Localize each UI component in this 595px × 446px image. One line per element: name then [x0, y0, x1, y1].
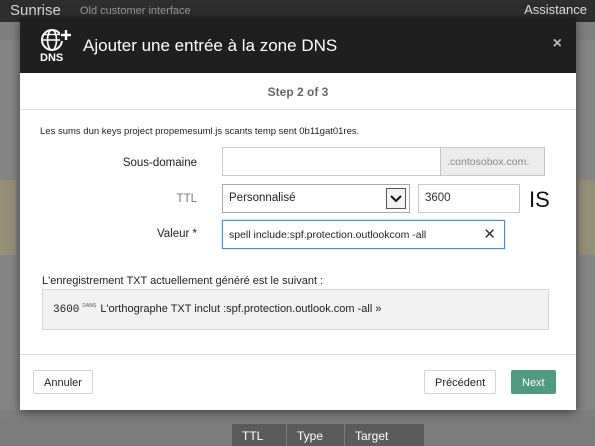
generated-record-label: L'enregistrement TXT actuellement généré…	[42, 275, 324, 287]
add-dns-entry-dialog: DNS Ajouter une entrée à la zone DNS × S…	[20, 17, 576, 410]
table-header-ttl: TTL	[232, 424, 286, 446]
ttl-label: TTL	[176, 193, 197, 205]
next-button[interactable]: Next	[511, 370, 556, 394]
chevron-down-icon	[386, 188, 406, 209]
svg-text:DNS: DNS	[40, 52, 63, 63]
domain-suffix: .contosobox.com.	[441, 147, 545, 176]
assistance-link[interactable]: Assistance	[524, 2, 587, 17]
dialog-footer: Annuler Précédent Next	[20, 354, 576, 410]
subdomain-label: Sous-domaine	[122, 157, 197, 169]
ttl-select[interactable]: Personnalisé	[222, 184, 410, 213]
close-icon[interactable]: ×	[553, 35, 562, 53]
step-indicator: Step 2 of 3	[267, 85, 329, 99]
dialog-body: Step 2 of 3 Les sums dun keys project pr…	[20, 73, 576, 354]
dialog-title: Ajouter une entrée à la zone DNS	[83, 36, 338, 55]
background-warning-strip	[0, 180, 16, 255]
old-interface-link[interactable]: Old customer interface	[80, 5, 191, 17]
generated-ttl: 3600	[53, 304, 80, 316]
valeur-label: Valeur *	[156, 228, 197, 240]
table-header-target: Target	[344, 424, 424, 446]
generated-record-box: 3600 DANS L'orthographe TXT inclut :spf.pr…	[42, 289, 549, 330]
subdomain-input[interactable]	[222, 147, 441, 176]
dns-globe-icon: DNS	[40, 29, 72, 63]
generated-tag: DANS	[82, 303, 97, 309]
valeur-input-value: spell include:spf.protection.outlookcom …	[229, 229, 427, 241]
table-header-type: Type	[286, 424, 344, 446]
cancel-button[interactable]: Annuler	[33, 370, 93, 394]
clear-icon[interactable]: ✕	[483, 225, 496, 243]
generated-record-text: L'orthographe TXT inclut :spf.protection…	[100, 303, 382, 315]
background-warning-strip	[579, 180, 595, 255]
ttl-select-value: Personnalisé	[229, 192, 296, 204]
divider	[20, 109, 576, 110]
previous-button[interactable]: Précédent	[424, 370, 497, 394]
intro-text: Les sums dun keys project propemesuml.js…	[40, 126, 360, 137]
valeur-input[interactable]: spell include:spf.protection.outlookcom …	[222, 220, 505, 249]
ttl-value-input[interactable]: 3600	[418, 184, 520, 213]
dialog-header: DNS Ajouter une entrée à la zone DNS ×	[20, 17, 576, 73]
ttl-unit-text: IS	[529, 187, 550, 212]
